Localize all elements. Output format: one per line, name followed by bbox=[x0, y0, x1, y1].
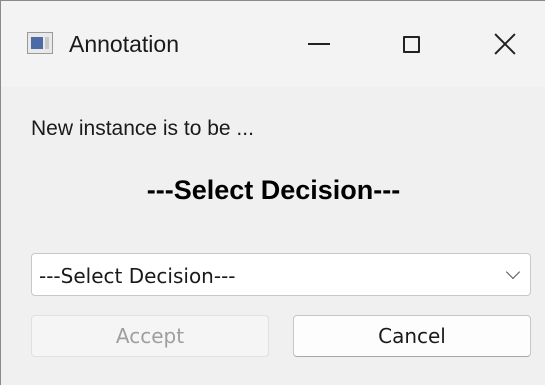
minimize-button[interactable] bbox=[289, 19, 349, 69]
app-window-icon bbox=[27, 32, 53, 54]
decision-select-value: ---Select Decision--- bbox=[39, 264, 236, 288]
cancel-button[interactable]: Cancel bbox=[293, 315, 531, 357]
decision-select[interactable]: ---Select Decision--- bbox=[31, 253, 531, 296]
maximize-icon bbox=[402, 35, 420, 53]
title-bar[interactable]: Annotation bbox=[1, 1, 545, 87]
window-title: Annotation bbox=[69, 31, 179, 57]
decision-heading: ---Select Decision--- bbox=[146, 175, 401, 205]
close-icon bbox=[493, 32, 517, 56]
minimize-icon bbox=[308, 43, 330, 45]
chevron-down-icon bbox=[505, 264, 521, 280]
close-button[interactable] bbox=[475, 19, 535, 69]
annotation-dialog: Annotation New instance is to be ... ---… bbox=[0, 0, 545, 385]
instance-message: New instance is to be ... bbox=[31, 117, 254, 140]
accept-button[interactable]: Accept bbox=[31, 315, 269, 357]
maximize-button[interactable] bbox=[381, 19, 441, 69]
